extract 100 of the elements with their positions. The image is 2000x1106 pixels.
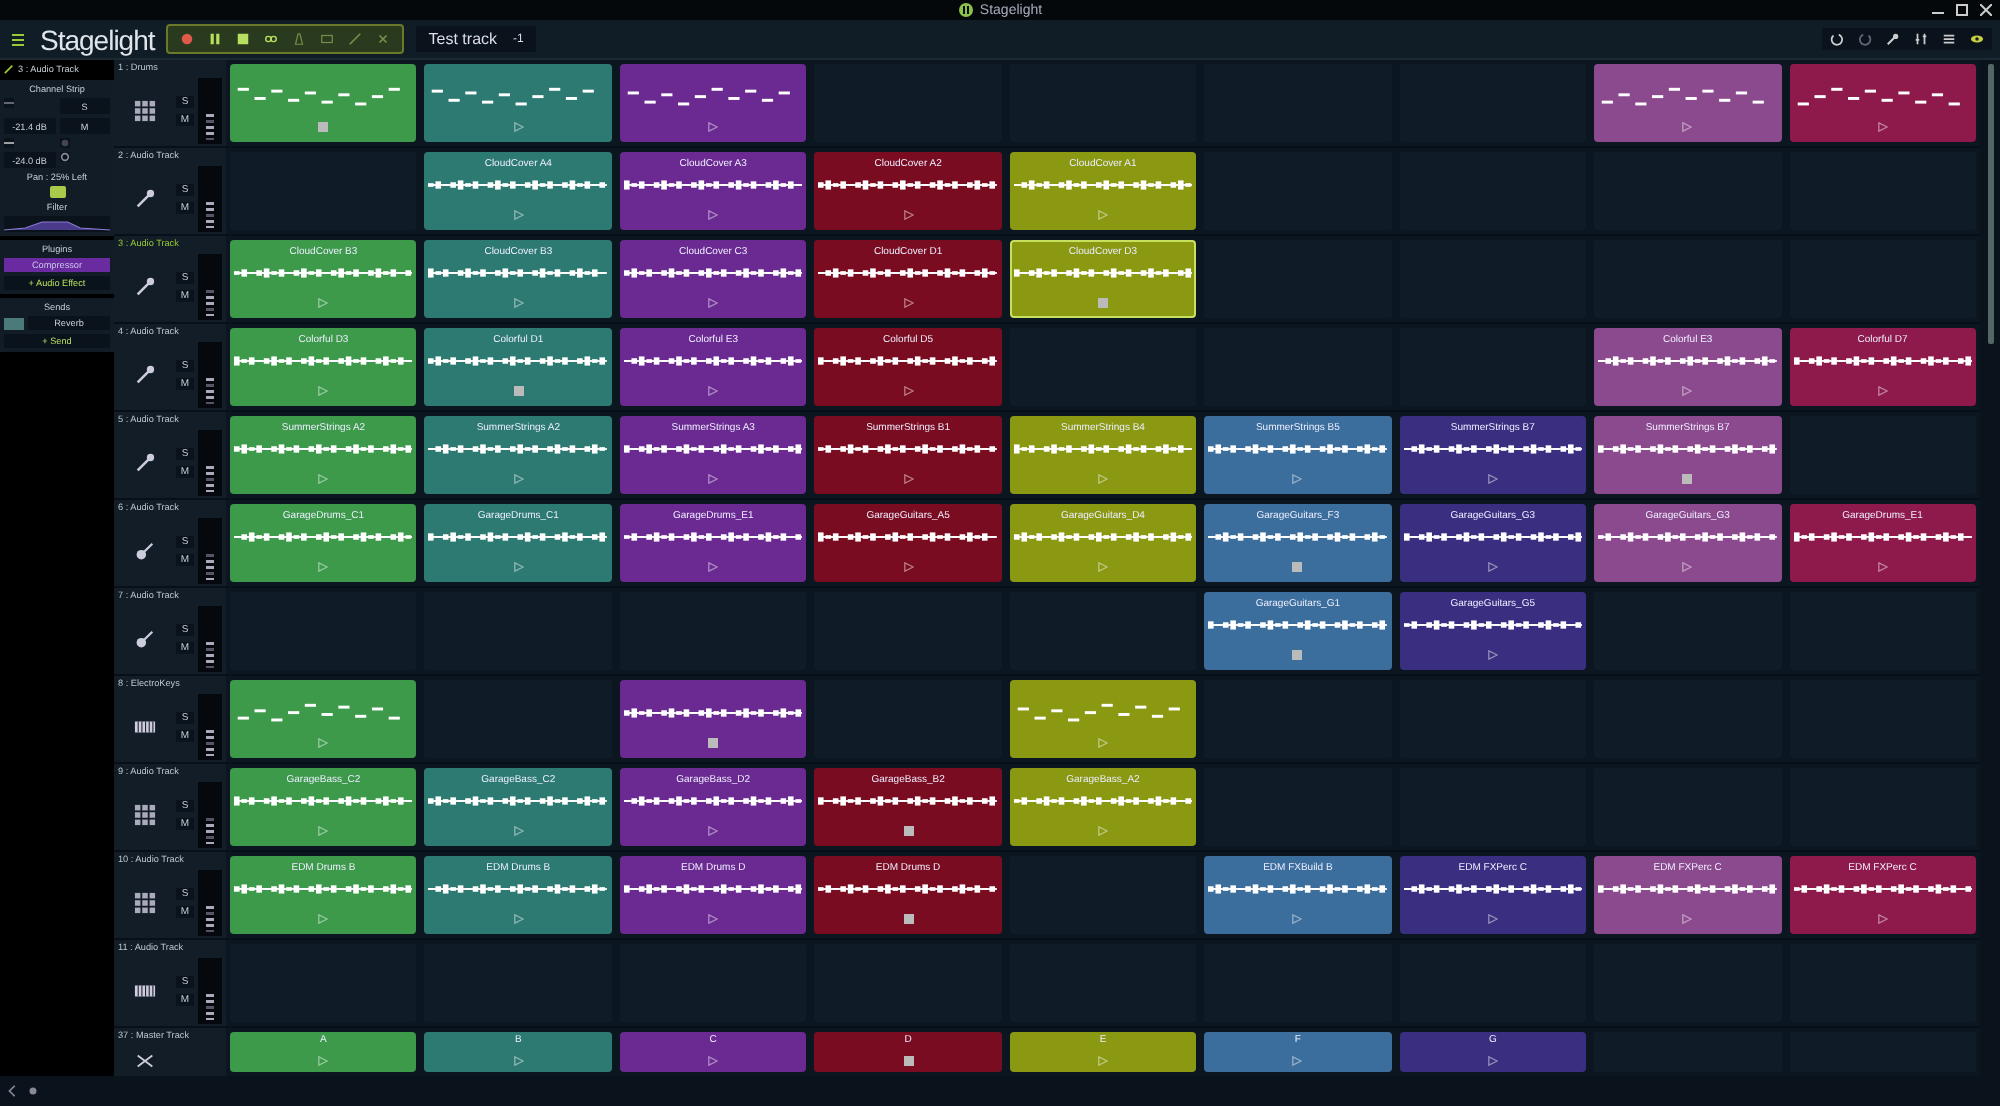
phase-icon[interactable] — [59, 152, 69, 162]
play-icon[interactable] — [708, 914, 719, 924]
stop-icon[interactable] — [903, 826, 914, 836]
dot-icon[interactable] — [26, 1084, 40, 1098]
play-icon[interactable] — [1877, 122, 1888, 132]
wrench-icon[interactable] — [1886, 32, 1900, 46]
play-icon[interactable] — [318, 386, 329, 396]
play-icon[interactable] — [708, 826, 719, 836]
play-icon[interactable] — [318, 826, 329, 836]
eye-icon[interactable] — [1970, 32, 1984, 46]
play-icon[interactable] — [1487, 914, 1498, 924]
clip[interactable] — [1009, 680, 1197, 758]
redo-icon[interactable] — [1858, 32, 1872, 46]
fader-icon[interactable] — [4, 138, 14, 148]
metronome-icon[interactable] — [292, 32, 307, 46]
play-icon[interactable] — [318, 738, 329, 748]
fader-icon[interactable] — [4, 98, 14, 108]
play-icon[interactable] — [1877, 386, 1888, 396]
play-icon[interactable] — [708, 386, 719, 396]
play-icon[interactable] — [318, 914, 329, 924]
play-icon[interactable] — [1097, 474, 1108, 484]
play-icon[interactable] — [318, 1056, 329, 1066]
loop-icon[interactable] — [264, 32, 279, 46]
record-icon[interactable] — [180, 32, 195, 46]
play-icon[interactable] — [903, 474, 914, 484]
clip[interactable] — [619, 64, 807, 142]
clip[interactable] — [1594, 64, 1782, 142]
play-icon[interactable] — [318, 562, 329, 572]
play-icon[interactable] — [708, 562, 719, 572]
play-icon[interactable] — [1097, 210, 1108, 220]
play-icon[interactable] — [708, 122, 719, 132]
clip[interactable] — [230, 64, 417, 142]
play-icon[interactable] — [1292, 1056, 1303, 1066]
play-icon[interactable] — [1682, 386, 1693, 396]
meter-segments-icon — [206, 992, 214, 1020]
record-arm-icon[interactable] — [59, 138, 69, 148]
meter-segments-icon — [206, 728, 214, 756]
play-icon[interactable] — [513, 122, 524, 132]
play-icon[interactable] — [1487, 562, 1498, 572]
menu-icon[interactable] — [8, 29, 28, 49]
pause-icon[interactable] — [208, 32, 223, 46]
scrollbar-thumb[interactable] — [1987, 64, 1993, 344]
play-icon[interactable] — [708, 298, 719, 308]
play-icon[interactable] — [1682, 914, 1693, 924]
clip[interactable] — [230, 680, 417, 758]
play-icon[interactable] — [903, 562, 914, 572]
play-icon[interactable] — [513, 562, 524, 572]
keyboard-icon — [134, 716, 156, 738]
play-icon[interactable] — [513, 298, 524, 308]
play-icon[interactable] — [513, 826, 524, 836]
clip[interactable] — [424, 64, 612, 142]
play-icon[interactable] — [513, 474, 524, 484]
stop-icon[interactable] — [903, 914, 914, 924]
meter-segments-icon — [206, 376, 214, 404]
play-icon[interactable] — [1097, 1056, 1108, 1066]
stop-icon[interactable] — [236, 32, 251, 46]
maximize-icon[interactable] — [1956, 4, 1968, 16]
play-icon[interactable] — [1487, 474, 1498, 484]
play-icon[interactable] — [318, 298, 329, 308]
play-icon[interactable] — [1877, 914, 1888, 924]
master-icon — [134, 1049, 156, 1071]
clip[interactable] — [1789, 64, 1976, 142]
tempo-icon[interactable] — [320, 32, 335, 46]
play-icon[interactable] — [903, 298, 914, 308]
close-icon[interactable] — [1980, 4, 1992, 16]
back-icon[interactable] — [6, 1084, 20, 1098]
play-icon[interactable] — [1292, 474, 1303, 484]
list-icon[interactable] — [1942, 32, 1956, 46]
drum-pads-icon — [134, 892, 156, 914]
play-icon[interactable] — [318, 474, 329, 484]
drum-pads-icon — [134, 804, 156, 826]
play-icon[interactable] — [1097, 738, 1108, 748]
play-icon[interactable] — [513, 914, 524, 924]
play-icon[interactable] — [1682, 562, 1693, 572]
play-icon[interactable] — [513, 210, 524, 220]
undo-icon[interactable] — [1830, 32, 1844, 46]
play-icon[interactable] — [1097, 562, 1108, 572]
play-icon[interactable] — [903, 386, 914, 396]
play-icon[interactable] — [1682, 122, 1693, 132]
play-icon[interactable] — [708, 210, 719, 220]
meter-segments-icon — [206, 552, 214, 580]
play-icon[interactable] — [1487, 650, 1498, 660]
pencil-icon[interactable] — [4, 64, 14, 74]
play-icon[interactable] — [903, 210, 914, 220]
play-icon[interactable] — [708, 1056, 719, 1066]
mixer-icon[interactable] — [1914, 32, 1928, 46]
stop-icon[interactable] — [708, 738, 719, 748]
play-icon[interactable] — [708, 474, 719, 484]
play-icon[interactable] — [1487, 1056, 1498, 1066]
pan-knob[interactable] — [49, 186, 65, 198]
microphone-icon — [134, 452, 156, 474]
meter-segments-icon — [206, 200, 214, 228]
play-icon[interactable] — [1292, 914, 1303, 924]
stop-icon[interactable] — [903, 1056, 914, 1066]
play-icon[interactable] — [1877, 562, 1888, 572]
play-icon[interactable] — [513, 1056, 524, 1066]
microphone-icon — [134, 188, 156, 210]
clip[interactable] — [619, 680, 807, 758]
play-icon[interactable] — [1097, 826, 1108, 836]
send-level-swatch[interactable] — [4, 317, 24, 329]
